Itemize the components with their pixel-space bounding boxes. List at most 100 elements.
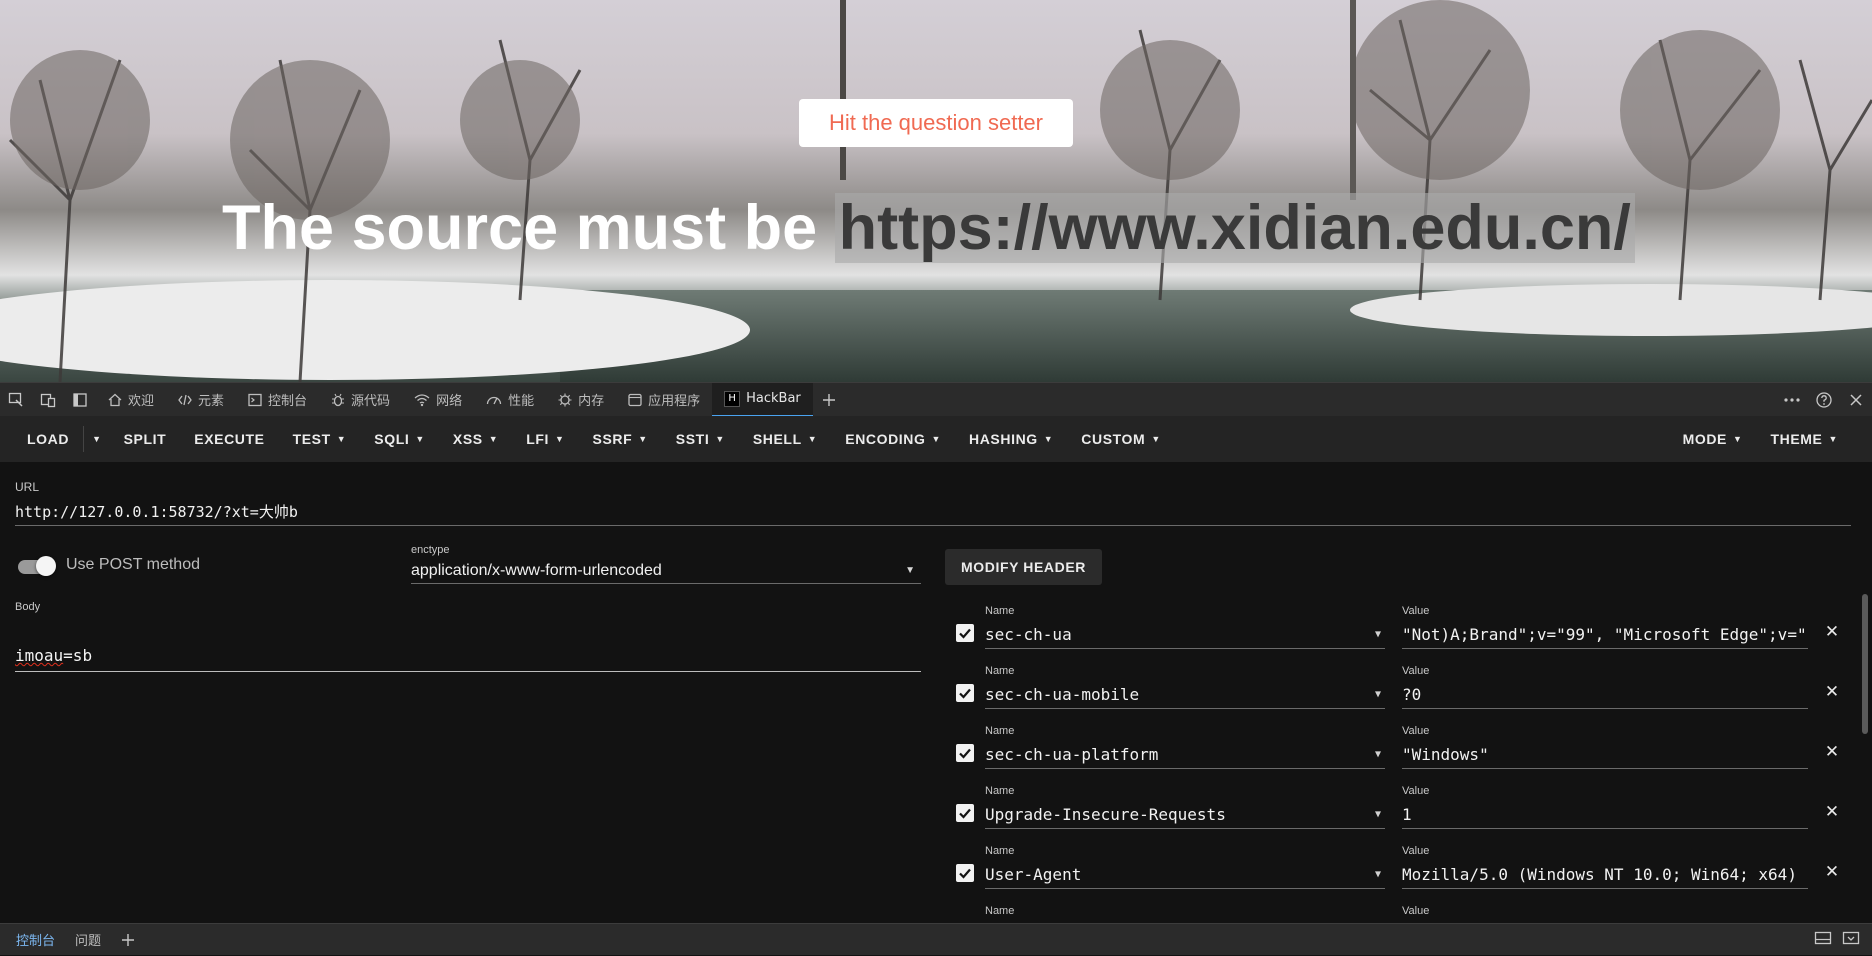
device-emulation-icon[interactable] [32, 383, 64, 417]
header-enabled-checkbox[interactable] [956, 744, 974, 762]
execute-button[interactable]: EXECUTE [180, 416, 278, 462]
header-name-value: sec-ch-ua [985, 625, 1072, 644]
hashing-menu[interactable]: HASHING ▼ [955, 416, 1067, 462]
header-enabled-checkbox[interactable] [956, 684, 974, 702]
body-label: Body [15, 601, 41, 613]
load-label: LOAD [27, 431, 70, 447]
delete-header-icon[interactable]: ✕ [1823, 801, 1841, 823]
split-button[interactable]: SPLIT [110, 416, 181, 462]
theme-menu[interactable]: THEME ▼ [1756, 416, 1872, 462]
test-menu[interactable]: TEST ▼ [279, 416, 361, 462]
dock-side-icon[interactable] [64, 383, 96, 417]
header-enabled-checkbox[interactable] [956, 804, 974, 822]
more-options-icon[interactable] [1776, 383, 1808, 417]
sqli-label: SQLI [374, 431, 410, 447]
delete-header-icon[interactable]: ✕ [1823, 861, 1841, 883]
add-drawer-tab-icon[interactable] [111, 924, 145, 956]
header-name-label: Name [985, 605, 1015, 617]
delete-header-icon[interactable]: ✕ [1823, 621, 1841, 643]
tab-performance[interactable]: 性能 [474, 383, 546, 417]
close-drawer-icon[interactable] [1842, 930, 1860, 950]
chevron-down-icon: ▼ [1151, 434, 1161, 444]
load-dropdown-icon[interactable]: ▼ [83, 426, 110, 452]
enctype-label: enctype [411, 544, 450, 556]
header-name-input[interactable]: sec-ch-ua-mobile ▼ [985, 681, 1385, 709]
xss-menu[interactable]: XSS ▼ [439, 416, 512, 462]
header-value-input[interactable]: ?0 [1402, 681, 1808, 709]
url-input[interactable]: http://127.0.0.1:58732/?xt=大帅b [15, 498, 1851, 526]
checkmark-icon [959, 868, 971, 879]
ssti-menu[interactable]: SSTI ▼ [662, 416, 739, 462]
tab-welcome[interactable]: 欢迎 [96, 383, 166, 417]
delete-header-icon[interactable]: ✕ [1823, 681, 1841, 703]
tab-memory[interactable]: 内存 [546, 383, 616, 417]
delete-header-icon[interactable]: ✕ [1823, 741, 1841, 763]
header-name-input[interactable]: sec-ch-ua ▼ [985, 621, 1385, 649]
custom-menu[interactable]: CUSTOM ▼ [1067, 416, 1175, 462]
ssrf-menu[interactable]: SSRF ▼ [579, 416, 662, 462]
shell-menu[interactable]: SHELL ▼ [739, 416, 831, 462]
header-name-input[interactable]: sec-ch-ua-platform ▼ [985, 741, 1385, 769]
mode-menu[interactable]: MODE ▼ [1669, 416, 1757, 462]
header-enabled-checkbox[interactable] [956, 864, 974, 882]
inspect-element-icon[interactable] [0, 383, 32, 417]
tab-network[interactable]: 网络 [402, 383, 474, 417]
header-value-label: Value [1402, 605, 1430, 617]
tab-label: HackBar [746, 391, 801, 406]
chevron-down-icon: ▼ [1374, 869, 1381, 880]
enctype-select[interactable]: application/x-www-form-urlencoded ▼ [411, 558, 921, 584]
chevron-down-icon: ▼ [1374, 749, 1381, 760]
close-devtools-icon[interactable] [1840, 383, 1872, 417]
chevron-down-icon: ▼ [807, 434, 818, 444]
tab-label: 控制台 [268, 394, 308, 409]
tab-label: 内存 [578, 394, 605, 409]
header-row: Name sec-ch-ua-mobile ▼ Value ?0 ✕ [956, 665, 1839, 725]
tab-label: 欢迎 [128, 394, 155, 409]
tab-application[interactable]: 应用程序 [616, 383, 712, 417]
body-input[interactable]: imoau =sb [15, 640, 921, 672]
toggle-thumb [36, 556, 56, 576]
tab-hackbar[interactable]: H HackBar [712, 382, 813, 417]
header-name-label: Name [985, 785, 1015, 797]
lfi-menu[interactable]: LFI ▼ [512, 416, 578, 462]
toolbar-right-menus: MODE ▼ THEME ▼ [1669, 416, 1872, 462]
modify-header-button[interactable]: MODIFY HEADER [945, 549, 1102, 585]
drawer-tab-issues[interactable]: 问题 [65, 924, 111, 956]
hackbar-panel: URL http://127.0.0.1:58732/?xt=大帅b Use P… [0, 462, 1872, 923]
page-headline: The source must be https://www.xidian.ed… [222, 186, 1635, 270]
header-list-scrollbar[interactable] [1862, 594, 1868, 734]
chevron-down-icon: ▼ [905, 565, 915, 576]
devtools-window-controls [1776, 383, 1872, 417]
tab-console[interactable]: 控制台 [236, 383, 319, 417]
post-method-toggle[interactable] [18, 556, 56, 576]
shell-label: SHELL [752, 431, 802, 447]
tab-label: 网络 [436, 394, 463, 409]
split-label: SPLIT [123, 431, 167, 447]
header-value-input[interactable]: Mozilla/5.0 (Windows NT 10.0; Win64; x64… [1402, 861, 1808, 889]
hit-question-setter-button[interactable]: Hit the question setter [799, 99, 1073, 147]
header-value-label: Value [1402, 845, 1430, 857]
dock-drawer-icon[interactable] [1814, 930, 1832, 950]
tab-sources[interactable]: 源代码 [319, 383, 402, 417]
header-value-input[interactable]: 1 [1402, 801, 1808, 829]
header-name-input[interactable]: User-Agent ▼ [985, 861, 1385, 889]
header-enabled-checkbox[interactable] [956, 624, 974, 642]
chevron-down-icon: ▼ [1374, 629, 1381, 640]
encoding-menu[interactable]: ENCODING ▼ [831, 416, 955, 462]
header-value-input[interactable]: "Not)A;Brand";v="99", "Microsoft Edge";v… [1402, 621, 1808, 649]
hashing-label: HASHING [969, 431, 1038, 447]
header-name-label: Name [985, 665, 1015, 677]
xss-label: XSS [452, 431, 483, 447]
header-value-input[interactable]: "Windows" [1402, 741, 1808, 769]
tab-elements[interactable]: 元素 [166, 383, 236, 417]
load-button[interactable]: LOAD [0, 416, 83, 462]
header-name-label: Name [985, 845, 1015, 857]
help-icon[interactable] [1808, 383, 1840, 417]
theme-label: THEME [1770, 431, 1823, 447]
header-row-partial: Name Value [956, 905, 1836, 923]
add-tab-icon[interactable] [813, 383, 845, 417]
sqli-menu[interactable]: SQLI ▼ [360, 416, 439, 462]
header-name-input[interactable]: Upgrade-Insecure-Requests ▼ [985, 801, 1385, 829]
enctype-value: application/x-www-form-urlencoded [411, 561, 662, 579]
drawer-tab-console[interactable]: 控制台 [0, 924, 65, 956]
